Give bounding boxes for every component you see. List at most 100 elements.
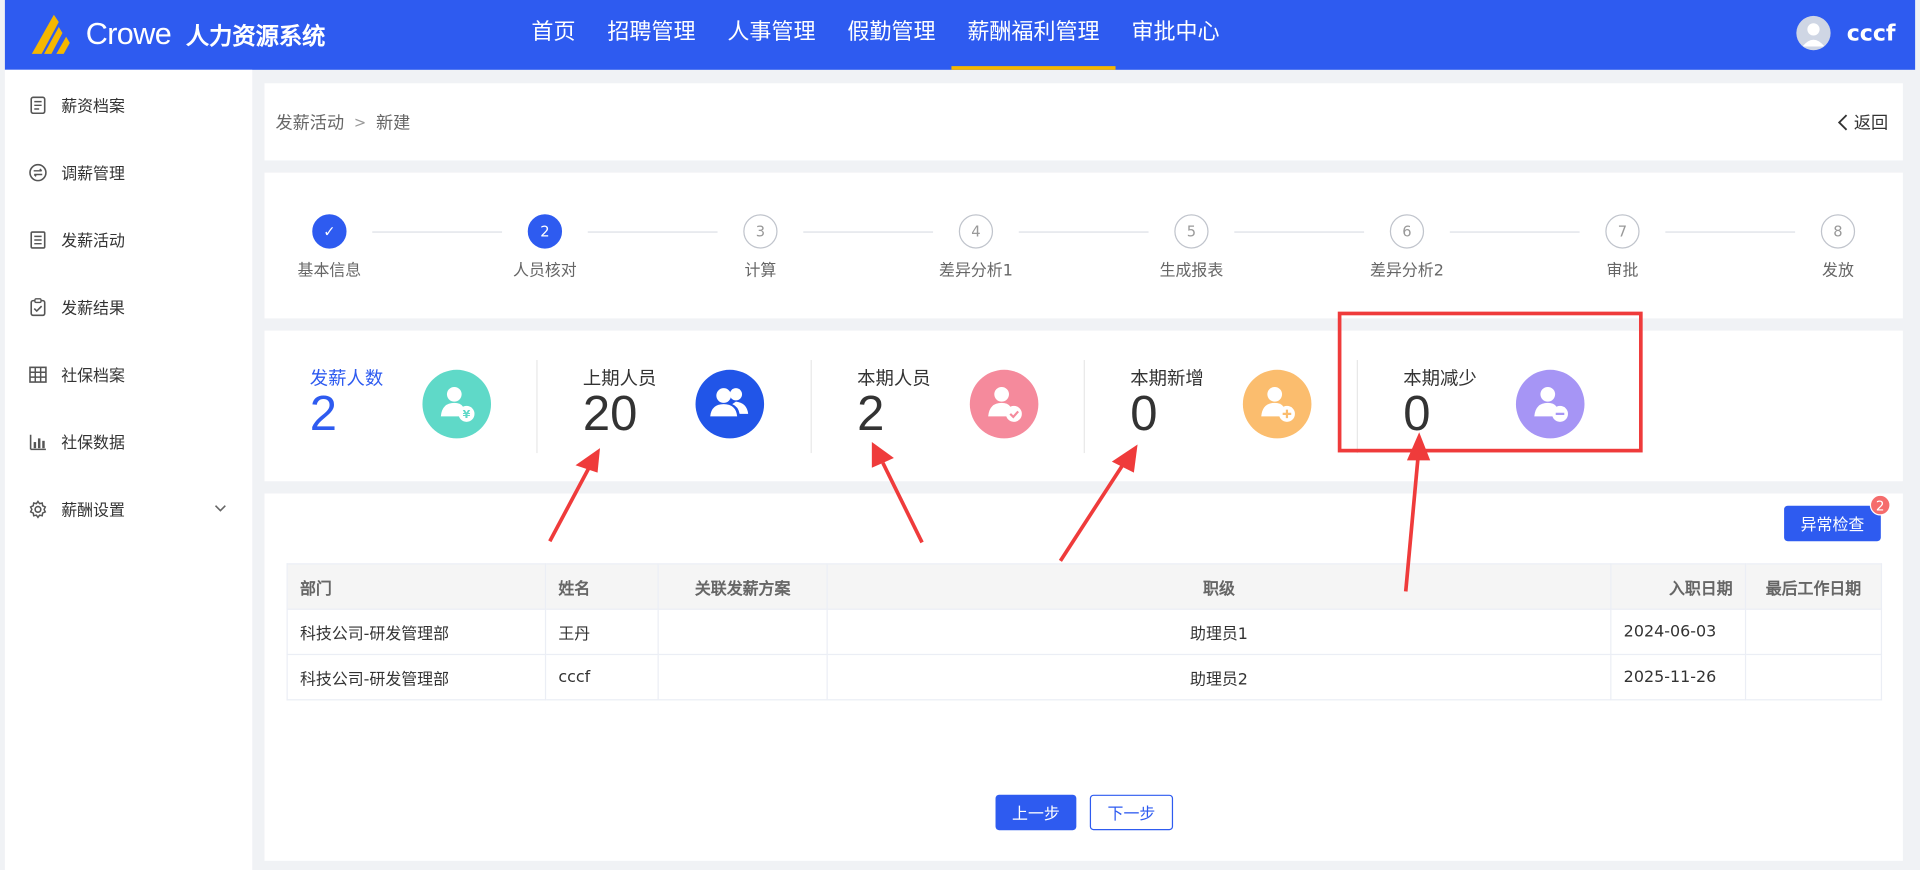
username: cccf xyxy=(1846,20,1896,46)
sidebar-item[interactable]: 发薪活动 xyxy=(5,206,252,273)
swap-icon xyxy=(28,162,48,182)
table-row[interactable]: 科技公司-研发管理部 王丹 助理员1 2024-06-03 xyxy=(286,608,1883,656)
crowe-logo-icon xyxy=(31,14,70,54)
table-header-cell[interactable]: 关联发薪方案 xyxy=(657,563,828,610)
user-menu[interactable]: cccf xyxy=(1796,15,1896,51)
step-progress: ✓ 基本信息 2 人员核对 3 计算 4 差异分析1 5 生成报表 6 差异分析2 7 审批 8 发放 xyxy=(264,172,1903,319)
sidebar-item[interactable]: 调薪管理 xyxy=(5,138,252,205)
system-name: 人力资源系统 xyxy=(185,22,326,50)
prev-step-button[interactable]: 上一步 xyxy=(995,794,1077,831)
top-header: Crowe 人力资源系统 首页 招聘管理 人事管理 假勤管理 薪酬福利管理 审批中心 cc… xyxy=(4,0,1916,70)
app-canvas: Crowe 人力资源系统 首页 招聘管理 人事管理 假勤管理 薪酬福利管理 审批中心 cc… xyxy=(0,0,1920,870)
stat-value: 20 xyxy=(582,386,638,441)
main-nav: 首页 招聘管理 人事管理 假勤管理 薪酬福利管理 审批中心 xyxy=(516,0,1236,70)
logo[interactable]: Crowe 人力资源系统 xyxy=(29,12,325,56)
breadcrumb-current: 新建 xyxy=(375,113,411,134)
anomaly-count-badge: 2 xyxy=(1869,494,1891,516)
step-label: 差异分析1 xyxy=(939,262,1013,281)
personnel-panel: 异常检查 2 部门 姓名 关联发薪方案 职级 入职日期 最后工作日期 科技公司-研发管理部… xyxy=(264,493,1903,861)
nav-item[interactable]: 假勤管理 xyxy=(831,0,951,70)
step: 5 生成报表 xyxy=(1130,214,1252,280)
avatar[interactable] xyxy=(1796,15,1831,51)
sidebar-item-label: 薪酬设置 xyxy=(61,502,125,521)
sidebar-item[interactable]: 发薪结果 xyxy=(5,273,252,340)
user-minus-icon xyxy=(1515,369,1585,439)
user-check-icon xyxy=(969,369,1039,439)
table-cell: 科技公司-研发管理部 xyxy=(286,653,547,701)
nav-item[interactable]: 薪酬福利管理 xyxy=(951,0,1116,70)
table-cell: 王丹 xyxy=(544,608,659,656)
stat-divider xyxy=(1083,360,1085,454)
breadcrumb-parent[interactable]: 发薪活动 xyxy=(276,110,345,134)
table-cell xyxy=(1744,608,1883,656)
nav-item[interactable]: 审批中心 xyxy=(1116,0,1236,70)
step-number: 7 xyxy=(1605,214,1640,249)
stat-value: 2 xyxy=(309,386,338,441)
anomaly-check-button[interactable]: 异常检查 2 xyxy=(1784,494,1891,542)
table-header-cell[interactable]: 最后工作日期 xyxy=(1744,563,1883,610)
table-cell xyxy=(657,653,828,701)
step-number: 4 xyxy=(958,214,994,249)
sidebar-item-label: 社保数据 xyxy=(61,434,125,454)
table-cell: 助理员2 xyxy=(826,653,1612,701)
chevron-down-icon[interactable] xyxy=(213,501,228,516)
user-yen-icon: ¥ xyxy=(422,369,492,439)
sidebar-item[interactable]: 薪资档案 xyxy=(5,71,252,138)
step-label: 人员核对 xyxy=(513,262,577,281)
table-header-cell[interactable]: 入职日期 xyxy=(1610,563,1747,610)
stat-value: 0 xyxy=(1130,386,1158,441)
step-connector xyxy=(1449,231,1580,233)
stat-card: 发薪人数 2 ¥ xyxy=(310,360,583,453)
table-cell xyxy=(1744,653,1883,701)
table-header-cell[interactable]: 姓名 xyxy=(544,563,659,610)
anomaly-check-label: 异常检查 xyxy=(1800,516,1865,536)
step-number: 6 xyxy=(1389,214,1425,249)
table-cell xyxy=(657,608,828,656)
sidebar-item[interactable]: 社保数据 xyxy=(5,408,252,475)
table-header-row: 部门 姓名 关联发薪方案 职级 入职日期 最后工作日期 xyxy=(286,563,1883,610)
table-cell: 助理员1 xyxy=(826,608,1612,656)
sidebar: 薪资档案 调薪管理 发薪活动 发薪结果 社保档案社保数据薪酬设置 xyxy=(4,69,253,870)
step-connector xyxy=(803,231,934,233)
table-header-cell[interactable]: 职级 xyxy=(826,563,1612,610)
table-cell: cccf xyxy=(544,653,659,701)
table-header-cell[interactable]: 部门 xyxy=(286,563,547,610)
sidebar-item[interactable]: 薪酬设置 xyxy=(5,475,252,542)
breadcrumb: 发薪活动 > 新建 xyxy=(276,110,411,134)
svg-text:¥: ¥ xyxy=(463,408,471,421)
document-icon xyxy=(28,95,48,115)
step-number: ✓ xyxy=(312,214,347,249)
stat-divider xyxy=(1356,360,1358,454)
nav-item[interactable]: 招聘管理 xyxy=(591,0,711,70)
stat-card: 本期人员 2 xyxy=(857,360,1130,453)
step-label: 生成报表 xyxy=(1159,262,1224,281)
nav-item[interactable]: 人事管理 xyxy=(711,0,831,70)
stat-card: 本期新增 0 xyxy=(1130,360,1403,453)
personnel-table: 部门 姓名 关联发薪方案 职级 入职日期 最后工作日期 科技公司-研发管理部 王丹 助理员1 2… xyxy=(286,563,1883,701)
sidebar-item[interactable]: 社保档案 xyxy=(5,340,252,407)
back-button[interactable]: 返回 xyxy=(1837,110,1888,134)
nav-item[interactable]: 首页 xyxy=(516,0,592,70)
step-number: 3 xyxy=(743,214,778,249)
step: 6 差异分析2 xyxy=(1346,214,1468,280)
table-body: 科技公司-研发管理部 王丹 助理员1 2024-06-03 科技公司-研发管理部 cccf… xyxy=(286,608,1883,701)
chevron-left-icon xyxy=(1837,114,1848,131)
stat-value: 0 xyxy=(1403,386,1431,441)
step: 4 差异分析1 xyxy=(915,214,1037,280)
stat-card: 上期人员 20 xyxy=(583,360,856,453)
step-number: 5 xyxy=(1174,214,1209,249)
step-connector xyxy=(587,231,718,233)
user-avatar-icon xyxy=(1802,23,1825,47)
next-step-button[interactable]: 下一步 xyxy=(1089,794,1174,831)
step-connector xyxy=(1234,231,1365,233)
stats-panel: 发薪人数 2 ¥ 上期人员 20 本期人员 2 本期新增 0 本期减少 0 xyxy=(264,330,1903,482)
back-label: 返回 xyxy=(1853,113,1889,134)
step: ✓ 基本信息 xyxy=(268,214,390,280)
breadcrumb-panel: 发薪活动 > 新建 返回 xyxy=(264,83,1903,161)
step-number: 8 xyxy=(1820,214,1856,249)
step-connector xyxy=(1665,231,1796,233)
step: 7 审批 xyxy=(1561,214,1683,280)
stat-card: 本期减少 0 xyxy=(1403,360,1676,453)
step-label: 审批 xyxy=(1606,262,1639,281)
table-row[interactable]: 科技公司-研发管理部 cccf 助理员2 2025-11-26 xyxy=(286,653,1883,701)
